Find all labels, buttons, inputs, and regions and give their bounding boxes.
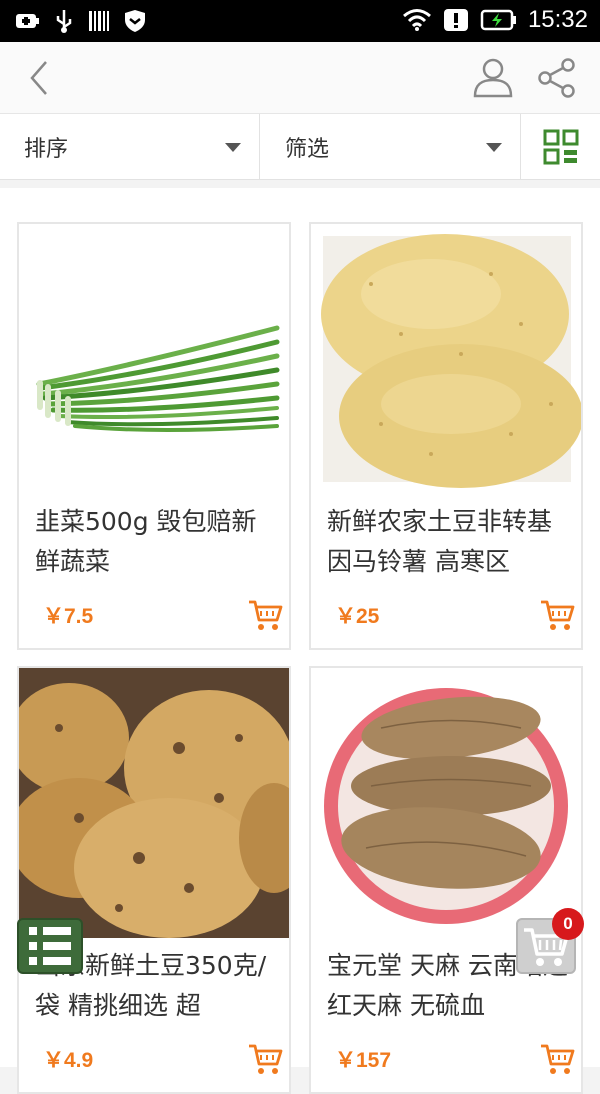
filter-bar: 排序 筛选 [0, 114, 600, 180]
product-title: 新鲜农家土豆非转基因马铃薯 高寒区 [327, 507, 553, 576]
product-image-gastrodia [311, 668, 581, 938]
wifi-icon [402, 9, 431, 31]
filter-label: 筛选 [285, 137, 330, 162]
product-card[interactable]: 新鲜农家土豆非转基因马铃薯 高寒区 ￥25 [309, 222, 583, 650]
clock: 15:32 [527, 6, 588, 33]
battery-saver-icon [16, 14, 39, 28]
product-card[interactable]: 韭菜500g 毁包赔新鲜蔬菜 ￥7.5 [17, 222, 291, 650]
back-arrow-icon[interactable] [22, 56, 62, 100]
filter-dropdown[interactable]: 筛选 [261, 114, 521, 180]
top-bar [0, 42, 600, 114]
category-list-button[interactable] [17, 918, 83, 974]
product-price: ￥7.5 [43, 605, 94, 628]
shopping-cart-button[interactable]: 0 [516, 908, 584, 974]
usb-icon [56, 10, 72, 33]
product-card[interactable]: 山东新鲜土豆350克/袋 精挑细选 超 ￥4.9 [17, 666, 291, 1094]
product-grid: 韭菜500g 毁包赔新鲜蔬菜 ￥7.5 新鲜农家土豆非转基因马铃薯 高寒区 ￥2… [0, 188, 600, 1094]
battery-icon [480, 9, 516, 31]
product-image-dirty-potatoes [19, 668, 289, 938]
add-to-cart-icon[interactable] [247, 1042, 283, 1076]
sort-dropdown[interactable]: 排序 [0, 114, 260, 180]
status-bar: 15:32 [0, 0, 600, 42]
user-icon[interactable] [472, 56, 514, 100]
add-to-cart-icon[interactable] [539, 1042, 575, 1076]
product-title: 韭菜500g 毁包赔新鲜蔬菜 [35, 507, 257, 576]
share-icon[interactable] [536, 56, 580, 100]
grid-icon [543, 129, 579, 165]
sort-label: 排序 [24, 137, 69, 162]
product-price: ￥4.9 [43, 1049, 94, 1072]
product-price: ￥25 [335, 605, 380, 628]
product-price: ￥157 [335, 1049, 392, 1072]
product-card[interactable]: 宝元堂 天麻 云南昭通红天麻 无硫血 ￥157 [309, 666, 583, 1094]
caret-down-icon [225, 143, 241, 152]
cart-count-badge: 0 [552, 908, 584, 940]
alert-icon [443, 9, 468, 31]
barcode-icon [89, 11, 109, 31]
shield-icon [125, 10, 145, 32]
product-image-potatoes [311, 224, 581, 494]
caret-down-icon [486, 143, 502, 152]
add-to-cart-icon[interactable] [539, 598, 575, 632]
grid-view-toggle[interactable] [522, 114, 600, 180]
add-to-cart-icon[interactable] [247, 598, 283, 632]
product-image-chives [19, 224, 289, 494]
